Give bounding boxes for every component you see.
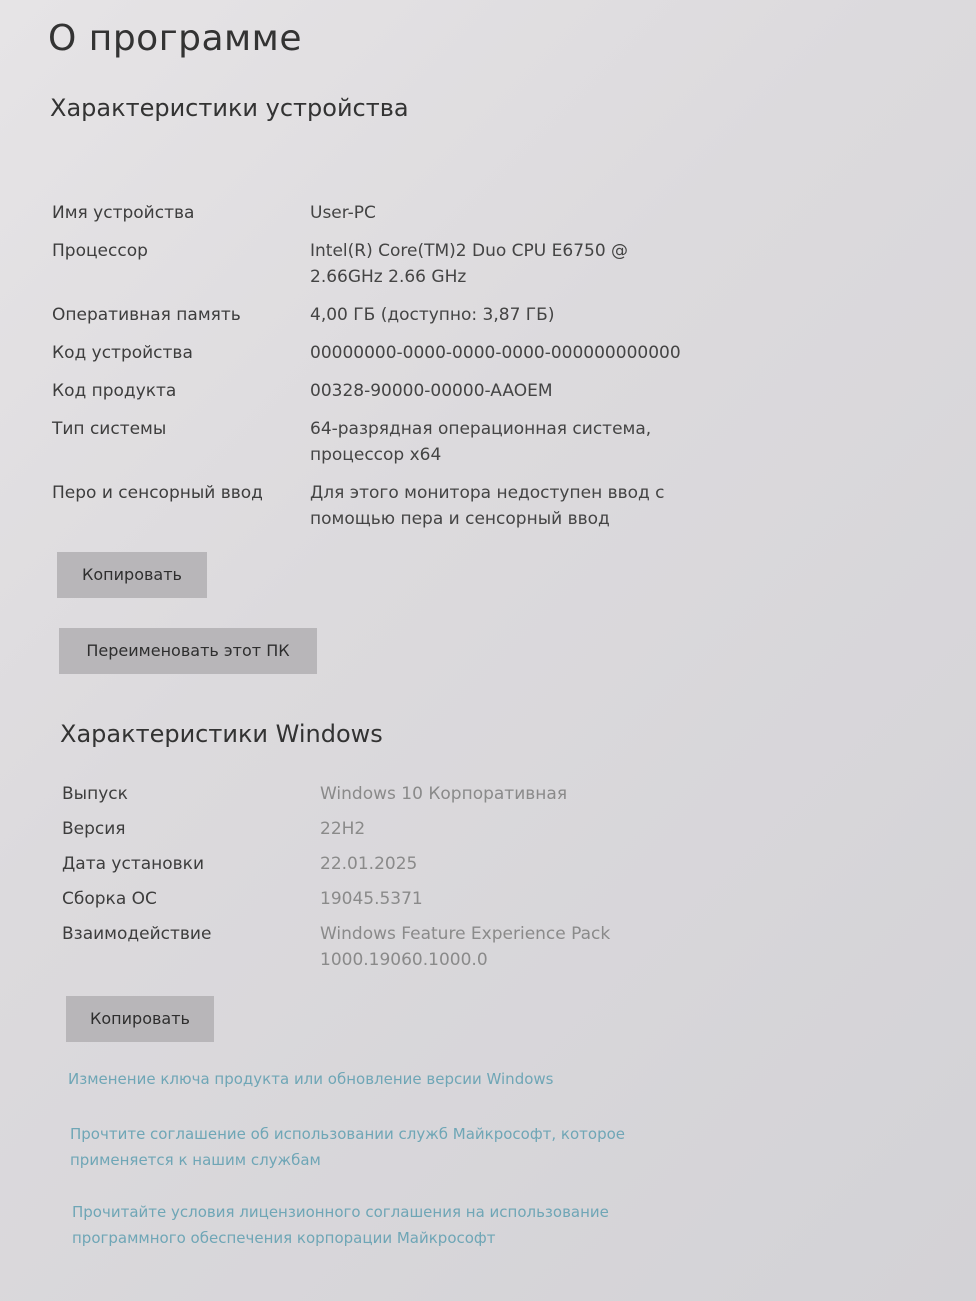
spec-label: Процессор [52,241,148,261]
spec-row-processor: Процессор Intel(R) Core(TM)2 Duo CPU E67… [52,238,730,290]
spec-value: 64-разрядная операционная система, проце… [310,419,652,465]
spec-row-system-type: Тип системы 64-разрядная операционная си… [52,416,730,468]
spec-row-device-name: Имя устройства User-PC [52,200,730,226]
spec-label: Имя устройства [52,203,195,223]
spec-row-ram: Оперативная память 4,00 ГБ (доступно: 3,… [52,302,730,328]
spec-row-version: Версия 22H2 [62,816,695,842]
spec-value: 4,00 ГБ (доступно: 3,87 ГБ) [310,305,555,325]
spec-row-edition: Выпуск Windows 10 Корпоративная [62,781,695,807]
spec-row-experience: Взаимодействие Windows Feature Experienc… [62,921,695,973]
device-specs-heading: Характеристики устройства [50,94,409,122]
spec-value: User-PC [310,203,376,223]
spec-label: Код продукта [52,381,177,401]
copy-device-specs-button[interactable]: Копировать [57,552,207,598]
spec-value: Windows 10 Корпоративная [320,784,568,804]
services-agreement-link[interactable]: Прочтите соглашение об использовании слу… [70,1121,630,1173]
spec-row-device-id: Код устройства 00000000-0000-0000-0000-0… [52,340,730,366]
spec-label: Сборка ОС [62,889,157,909]
spec-label: Оперативная память [52,305,241,325]
spec-row-install-date: Дата установки 22.01.2025 [62,851,695,877]
spec-value: 00328-90000-00000-AAOEM [310,381,553,401]
spec-value: 22H2 [320,819,366,839]
device-specs-table: Имя устройства User-PC Процессор Intel(R… [52,200,730,544]
spec-value: Windows Feature Experience Pack 1000.190… [320,924,611,970]
spec-row-os-build: Сборка ОС 19045.5371 [62,886,695,912]
spec-value: 19045.5371 [320,889,423,909]
windows-specs-table: Выпуск Windows 10 Корпоративная Версия 2… [62,781,695,982]
spec-label: Код устройства [52,343,193,363]
spec-value: Intel(R) Core(TM)2 Duo CPU E6750 @ 2.66G… [310,241,629,287]
copy-windows-specs-button[interactable]: Копировать [66,996,214,1042]
change-product-key-link[interactable]: Изменение ключа продукта или обновление … [68,1066,668,1092]
spec-label: Взаимодействие [62,924,212,944]
spec-value: 00000000-0000-0000-0000-000000000000 [310,343,681,363]
license-terms-link[interactable]: Прочитайте условия лицензионного соглаше… [72,1199,672,1251]
spec-value: Для этого монитора недоступен ввод с пом… [310,483,665,529]
spec-label: Выпуск [62,784,128,804]
windows-specs-heading: Характеристики Windows [60,720,383,748]
page-title: О программе [48,18,302,59]
spec-label: Версия [62,819,126,839]
spec-row-product-id: Код продукта 00328-90000-00000-AAOEM [52,378,730,404]
spec-label: Дата установки [62,854,205,874]
spec-label: Перо и сенсорный ввод [52,483,263,503]
spec-label: Тип системы [52,419,167,439]
spec-value: 22.01.2025 [320,854,418,874]
rename-pc-button[interactable]: Переименовать этот ПК [59,628,317,674]
spec-row-pen-touch: Перо и сенсорный ввод Для этого монитора… [52,480,730,532]
